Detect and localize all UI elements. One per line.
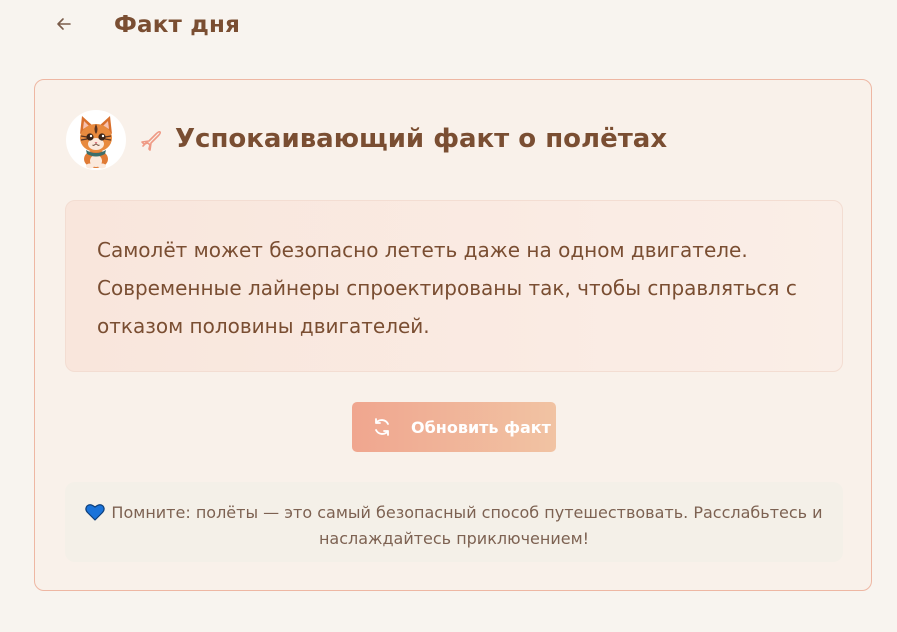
fact-text: Самолёт может безопасно лететь даже на о… — [97, 238, 797, 338]
refresh-fact-button[interactable]: Обновить факт — [352, 402, 556, 452]
card-title: Успокаивающий факт о полётах — [175, 124, 668, 154]
refresh-icon — [375, 418, 389, 436]
airplane-icon — [141, 130, 162, 151]
page-title: Факт дня — [114, 12, 241, 38]
reminder-text: Помните: полёты — это самый безопасный с… — [111, 503, 823, 548]
avatar — [66, 110, 126, 170]
cat-mascot-icon — [80, 116, 112, 169]
back-button[interactable] — [50, 10, 78, 38]
fact-card: Успокаивающий факт о полётах Самолёт мож… — [34, 79, 872, 591]
reminder-text-wrapper: Помните: полёты — это самый безопасный с… — [85, 500, 823, 552]
top-bar: Факт дня — [0, 0, 897, 56]
arrow-left-icon — [57, 18, 71, 30]
fact-box: Самолёт может безопасно лететь даже на о… — [65, 200, 843, 372]
blue-heart-icon — [85, 504, 106, 521]
reminder-note: Помните: полёты — это самый безопасный с… — [65, 482, 843, 562]
refresh-button-label: Обновить факт — [411, 417, 551, 437]
